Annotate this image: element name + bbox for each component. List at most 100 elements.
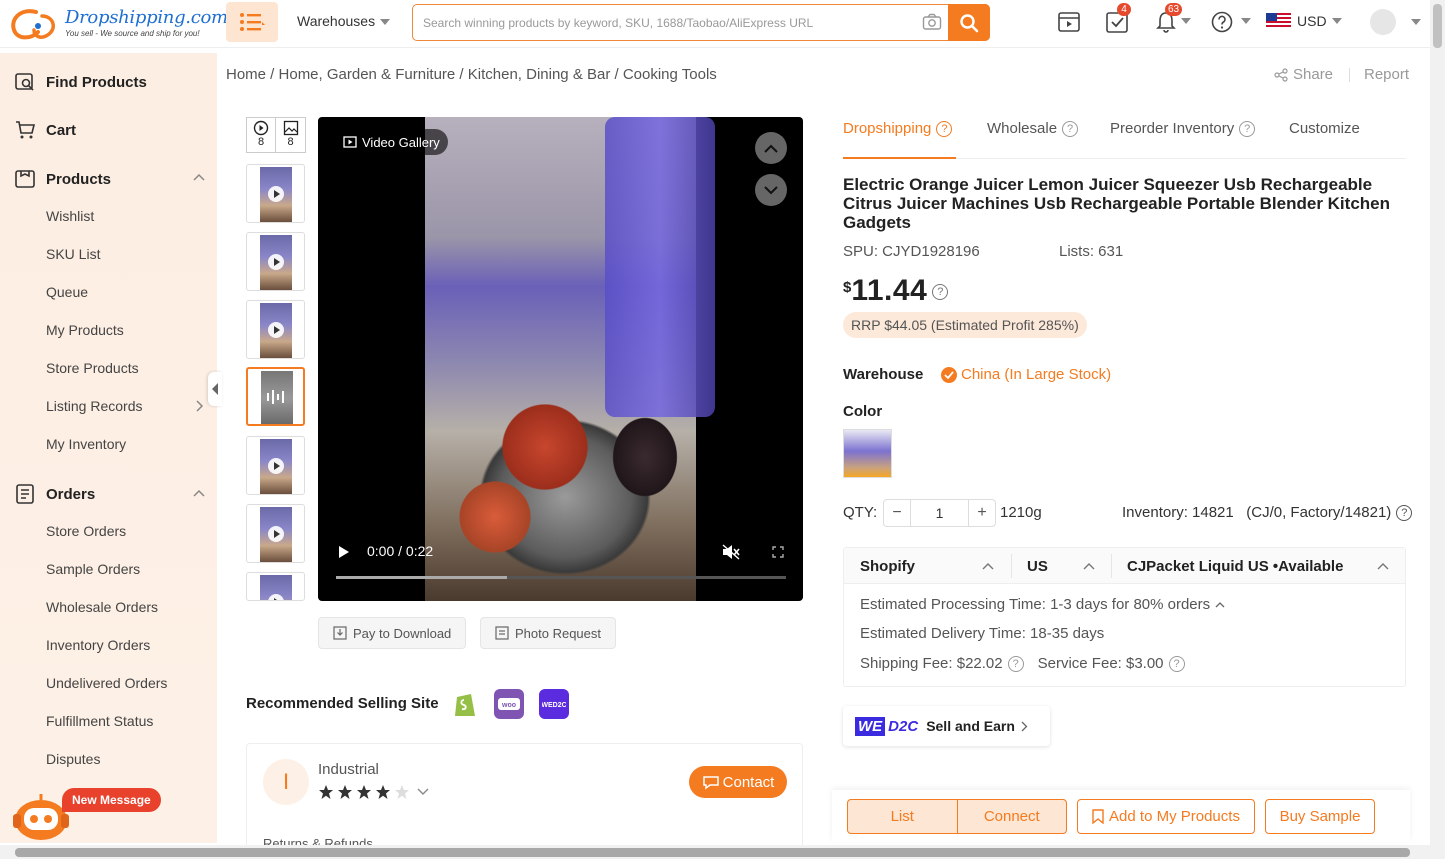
sidebar-item-sku-list[interactable]: SKU List [46,246,100,262]
svg-text:WED2C: WED2C [542,702,566,709]
sidebar: Find Products Cart Products Wishlist SKU… [0,53,217,843]
logo[interactable]: Dropshipping.com You sell - We source an… [8,4,228,44]
warehouse-option[interactable]: China (In Large Stock) [941,366,1111,383]
wed2c-icon[interactable]: WED2C [539,689,569,719]
tab-wholesale[interactable]: Wholesale? [987,120,1079,137]
video-player[interactable] [318,117,803,601]
platform-selector[interactable]: Shopify [860,548,1000,584]
help-icon[interactable]: ? [1396,504,1413,521]
sidebar-item-store-products[interactable]: Store Products [46,360,139,376]
shipping-method-selector[interactable]: CJPacket Liquid US •Available [1127,548,1397,584]
fullscreen-icon[interactable] [772,546,784,558]
caret-down-icon[interactable] [1411,19,1421,25]
chevron-up-icon[interactable] [1215,601,1225,608]
breadcrumb[interactable]: Home / Home, Garden & Furniture / Kitche… [226,66,717,83]
sidebar-item-products[interactable]: Products [14,168,111,190]
list-button[interactable]: List [848,800,958,833]
sidebar-item-fulfillment-status[interactable]: Fulfillment Status [46,713,153,729]
tasks-button[interactable]: 4 [1105,3,1131,34]
sidebar-item-listing-records[interactable]: Listing Records [46,398,143,414]
increase-button[interactable]: + [969,504,995,522]
vertical-scrollbar[interactable] [1430,0,1445,845]
we-d2c-sell-and-earn[interactable]: WE D2C Sell and Earn [843,706,1050,746]
gallery-next-button[interactable] [755,174,787,206]
sidebar-item-queue[interactable]: Queue [46,284,88,300]
sidebar-item-disputes[interactable]: Disputes [46,751,100,767]
contact-button[interactable]: Contact [689,766,787,798]
buy-sample-button[interactable]: Buy Sample [1265,799,1375,834]
chevron-up-icon[interactable] [193,489,205,497]
help-icon[interactable]: ? [936,120,953,137]
caret-down-icon [1331,18,1342,24]
sidebar-item-wholesale-orders[interactable]: Wholesale Orders [46,599,158,615]
tab-label: Wholesale [987,120,1058,137]
currency-label: USD [1297,13,1327,29]
help-icon[interactable]: ? [1062,120,1079,137]
video-controls: 0:00 / 0:22 [336,540,786,564]
gallery-thumbnail[interactable] [246,300,305,359]
search-button[interactable] [948,4,990,41]
scrollbar-thumb[interactable] [1433,4,1442,48]
video-icon[interactable] [1057,10,1081,34]
sidebar-item-sample-orders[interactable]: Sample Orders [46,561,140,577]
scrollbar-thumb[interactable] [15,848,1410,857]
category-menu-button[interactable] [226,2,278,42]
shopify-icon[interactable] [450,689,480,719]
sidebar-item-wishlist[interactable]: Wishlist [46,208,94,224]
tab-preorder-inventory[interactable]: Preorder Inventory? [1110,120,1256,137]
help-icon[interactable]: ? [1168,655,1185,672]
gallery-prev-button[interactable] [755,132,787,164]
sidebar-item-find-products[interactable]: Find Products [14,71,147,93]
gallery-thumbnail[interactable] [246,164,305,223]
help-button[interactable] [1210,10,1251,34]
connect-button[interactable]: Connect [958,800,1067,833]
supplier-name[interactable]: Industrial [318,761,379,778]
currency-selector[interactable]: USD [1266,13,1342,29]
pay-to-download-button[interactable]: Pay to Download [318,617,467,649]
color-swatch[interactable] [843,429,892,478]
sidebar-item-inventory-orders[interactable]: Inventory Orders [46,637,150,653]
chevron-up-icon[interactable] [193,173,205,181]
add-to-my-products-button[interactable]: Add to My Products [1077,799,1255,834]
photo-request-button[interactable]: Photo Request [480,617,617,649]
sidebar-item-my-products[interactable]: My Products [46,322,124,338]
tab-dropshipping[interactable]: Dropshipping? [843,120,953,137]
share-button[interactable]: Share [1274,66,1333,83]
video-progress-bar[interactable] [336,576,786,579]
play-icon[interactable] [338,545,350,559]
sidebar-item-orders[interactable]: Orders [14,483,95,505]
chevron-down-icon[interactable] [417,788,429,796]
search-input[interactable] [423,13,903,33]
report-button[interactable]: Report [1364,66,1409,83]
help-icon[interactable]: ? [932,284,949,300]
decrease-button[interactable]: − [884,504,910,522]
camera-icon[interactable] [922,13,942,31]
help-icon[interactable]: ? [1007,655,1024,672]
country-selector[interactable]: US [1027,548,1107,584]
video-gallery-label[interactable]: Video Gallery [333,129,448,155]
inventory-text: Inventory: 14821 (CJ/0, Factory/14821) [1122,504,1392,521]
user-avatar[interactable] [1370,9,1396,35]
gallery-thumbnail[interactable] [246,436,305,495]
horizontal-scrollbar[interactable] [0,845,1445,859]
sidebar-collapse-button[interactable] [208,372,222,406]
gallery-thumbnail[interactable] [246,572,305,601]
image-count-tab[interactable]: 8 [276,118,305,152]
woo-icon[interactable]: woo [494,689,524,719]
sidebar-item-undelivered-orders[interactable]: Undelivered Orders [46,675,167,691]
sidebar-item-cart[interactable]: Cart [14,119,76,141]
new-message-badge[interactable]: New Message [62,788,161,812]
logo-mark-icon [11,9,55,40]
mute-icon[interactable] [722,544,740,560]
video-count-tab[interactable]: 8 [247,118,277,152]
notifications-button[interactable]: 63 [1154,3,1191,34]
quantity-input[interactable] [910,500,969,526]
help-icon[interactable]: ? [1239,120,1256,137]
warehouses-dropdown[interactable]: Warehouses [297,13,391,29]
gallery-thumbnail-active[interactable] [246,367,305,426]
tab-customize[interactable]: Customize [1289,120,1360,137]
gallery-thumbnail[interactable] [246,232,305,291]
sidebar-item-store-orders[interactable]: Store Orders [46,523,126,539]
gallery-thumbnail[interactable] [246,504,305,563]
sidebar-item-my-inventory[interactable]: My Inventory [46,436,126,452]
